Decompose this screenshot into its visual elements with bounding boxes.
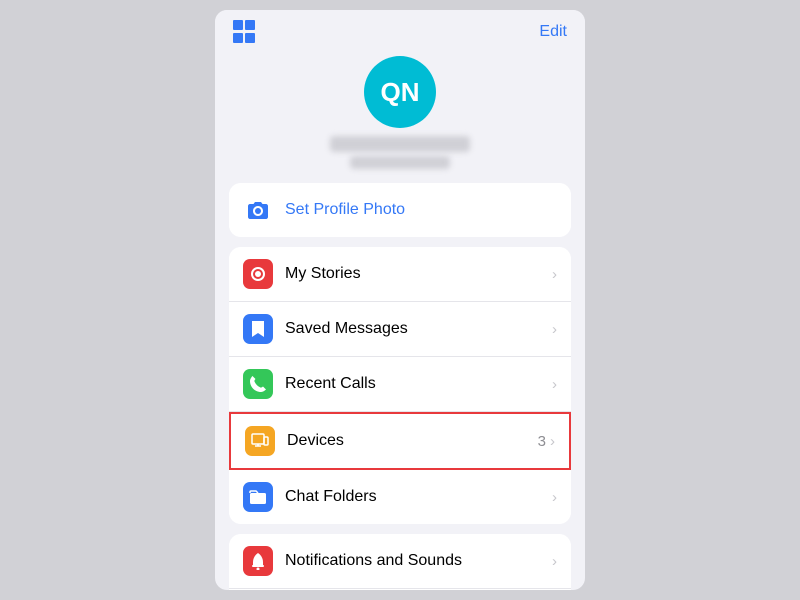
chevron-icon: ›	[552, 489, 557, 506]
chat-folders-item[interactable]: Chat Folders ›	[229, 470, 571, 524]
devices-label: Devices	[287, 432, 538, 450]
notifications-label: Notifications and Sounds	[285, 552, 552, 570]
set-profile-photo-label: Set Profile Photo	[285, 201, 557, 219]
notifications-item[interactable]: Notifications and Sounds ›	[229, 534, 571, 589]
set-profile-section: Set Profile Photo	[229, 183, 571, 237]
qr-icon[interactable]	[233, 20, 257, 44]
phone-screen: Edit QN Set Profile Photo	[215, 10, 585, 590]
chevron-icon: ›	[552, 376, 557, 393]
phone-blur	[350, 156, 450, 169]
set-profile-photo-item[interactable]: Set Profile Photo	[229, 183, 571, 237]
settings-card: Notifications and Sounds › Privacy and S…	[229, 534, 571, 590]
calls-icon	[243, 369, 273, 399]
camera-icon	[243, 195, 273, 225]
saved-messages-item[interactable]: Saved Messages ›	[229, 302, 571, 357]
chat-folders-label: Chat Folders	[285, 488, 552, 506]
chevron-icon: ›	[552, 266, 557, 283]
profile-section: QN	[215, 50, 585, 183]
devices-icon	[245, 426, 275, 456]
my-stories-item[interactable]: My Stories ›	[229, 247, 571, 302]
devices-item[interactable]: Devices 3 ›	[229, 412, 571, 470]
avatar: QN	[364, 56, 436, 128]
saved-icon	[243, 314, 273, 344]
set-profile-card: Set Profile Photo	[229, 183, 571, 237]
recent-calls-label: Recent Calls	[285, 375, 552, 393]
notifications-icon	[243, 546, 273, 576]
main-menu-section: My Stories › Saved Messages ›	[229, 247, 571, 524]
chevron-icon: ›	[552, 321, 557, 338]
main-menu-card: My Stories › Saved Messages ›	[229, 247, 571, 524]
name-blur	[330, 136, 470, 152]
recent-calls-item[interactable]: Recent Calls ›	[229, 357, 571, 412]
stories-icon	[243, 259, 273, 289]
edit-button[interactable]: Edit	[539, 23, 567, 41]
chevron-icon: ›	[550, 433, 555, 450]
my-stories-label: My Stories	[285, 265, 552, 283]
settings-section: Notifications and Sounds › Privacy and S…	[229, 534, 571, 590]
devices-badge: 3	[538, 433, 546, 450]
chevron-icon: ›	[552, 553, 557, 570]
top-bar: Edit	[215, 10, 585, 50]
saved-messages-label: Saved Messages	[285, 320, 552, 338]
content-area: Set Profile Photo My Stories ›	[215, 183, 585, 590]
folders-icon	[243, 482, 273, 512]
privacy-item[interactable]: Privacy and Security ›	[229, 589, 571, 590]
